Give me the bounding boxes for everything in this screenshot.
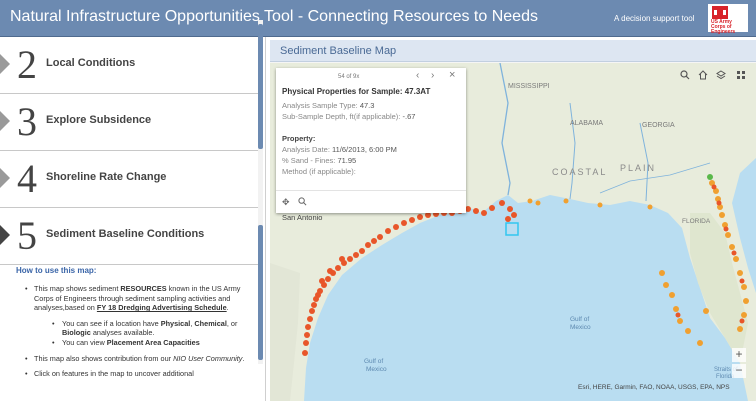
map-label-alabama: ALABAMA xyxy=(570,120,603,127)
selected-feature-highlight xyxy=(505,222,519,236)
home-icon[interactable] xyxy=(696,70,710,84)
map-label-gulf: Gulf of xyxy=(570,316,589,323)
feature-popup: 54 of 9x ‹ › × Physical Properties for S… xyxy=(276,68,466,213)
popup-footer: ✥ xyxy=(276,190,466,213)
step-number: 5 xyxy=(17,213,37,258)
zoom-in-button[interactable]: + xyxy=(732,348,746,362)
map-header: Sediment Baseline Map xyxy=(270,40,756,62)
popup-subsample-depth: Sub-Sample Depth, ft(if applicable): -.6… xyxy=(282,112,416,121)
basemap-gallery-icon[interactable] xyxy=(734,70,748,84)
instruction-item: This map shows sediment RESOURCES known … xyxy=(22,284,252,313)
app-tagline: A decision support tool xyxy=(614,14,695,23)
step-shoreline-rate-change[interactable]: 4 Shoreline Rate Change xyxy=(0,151,260,208)
step-label: Local Conditions xyxy=(46,57,136,69)
map-label-plain: PLAIN xyxy=(620,163,656,173)
chevron-right-icon xyxy=(0,54,10,74)
chevron-right-icon xyxy=(0,168,10,188)
close-icon[interactable]: × xyxy=(449,69,455,81)
popup-property-label: Property: xyxy=(282,134,316,143)
chevron-right-icon xyxy=(0,111,10,131)
map-label-mexico: Mexico xyxy=(570,324,591,331)
map-title: Sediment Baseline Map xyxy=(280,45,397,57)
map-label-mississippi: MISSISSIPPI xyxy=(508,83,550,90)
step-label: Shoreline Rate Change xyxy=(46,171,167,183)
content-scrollbar-thumb[interactable] xyxy=(258,225,263,360)
search-icon[interactable] xyxy=(678,70,692,84)
step-explore-subsidence[interactable]: 3 Explore Subsidence xyxy=(0,94,260,151)
instruction-item: This map also shows contribution from ou… xyxy=(22,354,252,364)
sample-point-green[interactable] xyxy=(707,174,713,180)
layers-icon[interactable] xyxy=(714,70,728,84)
map-label-san-antonio: San Antonio xyxy=(282,213,322,222)
popup-method: Method (if applicable): xyxy=(282,167,356,176)
map-label-florida: FLORIDA xyxy=(682,218,711,225)
popup-sand-fines: % Sand - Fines: 71.95 xyxy=(282,156,357,165)
popup-feature-count: 54 of 9x xyxy=(338,74,360,80)
map-label-mexico-2: Mexico xyxy=(366,366,387,373)
howto-title: How to use this map: xyxy=(16,266,97,275)
logo-text: US Army Corps of Engineers xyxy=(711,19,736,35)
map-label-gulf-of: Gulf of xyxy=(364,358,383,365)
step-number: 2 xyxy=(17,42,37,87)
map-attribution: Esri, HERE, Garmin, FAO, NOAA, USGS, EPA… xyxy=(578,384,730,391)
popup-sample-type: Analysis Sample Type: 47.3 xyxy=(282,101,375,110)
chevron-left-icon[interactable]: ‹ xyxy=(416,70,419,81)
chevron-right-icon xyxy=(0,225,10,245)
popup-analysis-date: Analysis Date: 11/6/2013, 6:00 PM xyxy=(282,145,397,154)
map-label-georgia: GEORGIA xyxy=(642,122,675,129)
app-title: Natural Infrastructure Opportunities Too… xyxy=(10,8,538,25)
step-label: Sediment Baseline Conditions xyxy=(46,228,205,240)
castle-icon xyxy=(712,6,728,19)
step-number: 4 xyxy=(17,156,37,201)
dredging-schedule-link[interactable]: FY 18 Dredging Advertising Schedule xyxy=(97,303,227,312)
usace-logo: US Army Corps of Engineers xyxy=(708,4,748,35)
step-sediment-baseline[interactable]: 5 Sediment Baseline Conditions xyxy=(0,208,260,265)
popup-title: Physical Properties for Sample: 47.3AT xyxy=(282,87,431,96)
step-label: Explore Subsidence xyxy=(46,114,152,126)
instruction-subitem: You can see if a location have Physical,… xyxy=(22,319,252,338)
instruction-subitem: You can view Placement Area Capacities xyxy=(22,338,252,348)
instructions: This map shows sediment RESOURCES known … xyxy=(22,284,252,385)
sidebar-scrollbar-thumb[interactable] xyxy=(258,24,263,149)
zoom-to-icon[interactable] xyxy=(298,197,307,208)
chevron-right-icon[interactable]: › xyxy=(431,70,434,81)
sidebar: 2 Local Conditions 3 Explore Subsidence … xyxy=(0,37,266,401)
step-number: 3 xyxy=(17,99,37,144)
map-label-coastal: COASTAL xyxy=(552,167,607,177)
app-header: Natural Infrastructure Opportunities Too… xyxy=(0,0,756,37)
zoom-out-button[interactable]: − xyxy=(732,364,746,378)
instruction-item: Click on features in the map to uncover … xyxy=(22,369,252,379)
pan-to-icon[interactable]: ✥ xyxy=(282,197,290,208)
step-local-conditions[interactable]: 2 Local Conditions xyxy=(0,37,260,94)
